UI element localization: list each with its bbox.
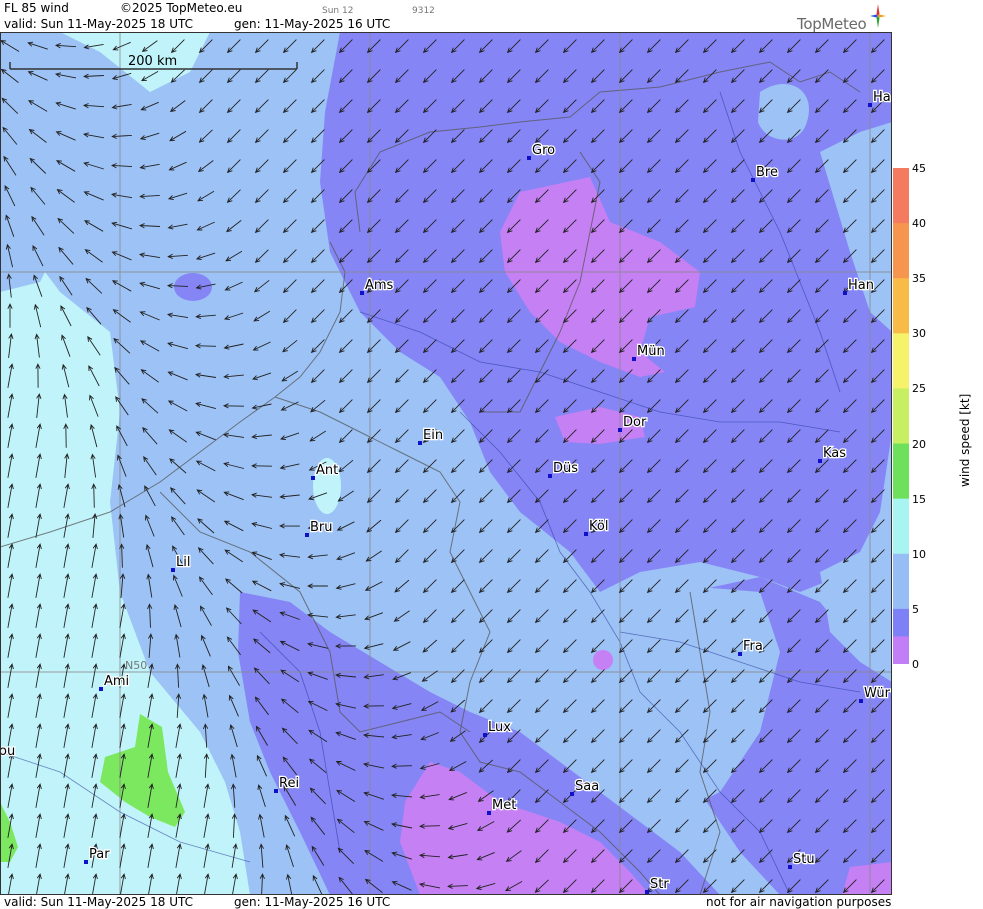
city-marker [418,441,422,445]
colorbar-tick-label: 15 [912,492,926,506]
city-marker [843,291,847,295]
city-marker [645,890,649,894]
city-label: Stu [793,852,815,867]
colorbar-band [893,498,909,555]
city-marker [584,532,588,536]
run-number: 9312 [412,6,435,16]
colorbar-tick-label: 35 [912,272,926,286]
wind-map: N50 200 km Gro Bre Ha Ams Han Mün Dor Ein Kas Ant… [0,32,892,895]
city-label: Fra [743,639,763,654]
city-marker [618,428,622,432]
colorbar-title: wind speed [kt] [958,393,972,487]
city-label: Lil [176,555,190,570]
city-label: Str [650,877,669,892]
city-label: Düs [553,461,578,476]
colorbar-band [893,388,909,445]
footer-valid-time: valid: Sun 11-May-2025 18 UTC [4,895,193,909]
city-label: Lux [488,720,511,735]
run-code: Sun 12 [322,6,354,16]
city-label: Ant [316,463,338,478]
colorbar-tick-label: 5 [912,602,919,616]
city-label: Gro [532,143,555,158]
colorbar-band [893,333,909,389]
city-label: Bre [756,165,778,180]
city-marker [171,568,175,572]
colorbar-tick-label: 20 [912,437,926,451]
city-marker [818,459,822,463]
city-label: Ha [873,90,891,105]
scale-bar-label: 200 km [128,54,177,69]
colorbar-tick-label: 40 [912,217,926,231]
city-marker [751,178,755,182]
colorbar-band [893,168,909,224]
region-blue-purple-blob [174,273,212,301]
disclaimer: not for air navigation purposes [706,895,892,909]
city-marker [738,652,742,656]
city-marker [305,533,309,537]
city-marker [548,474,552,478]
city-label: Par [89,847,110,862]
footer-generated-time: gen: 11-May-2025 16 UTC [234,895,391,909]
latitude-label: N50 [125,659,147,672]
city-marker [868,103,872,107]
city-marker [99,687,103,691]
generated-time: gen: 11-May-2025 16 UTC [234,17,391,31]
product-title: FL 85 wind [4,1,69,15]
city-marker [527,156,531,160]
city-marker [788,865,792,869]
city-label: Köl [589,519,608,534]
colorbar [893,168,909,664]
city-marker [84,860,88,864]
colorbar-band [893,443,909,500]
city-marker [274,789,278,793]
region-violet-small [593,650,613,670]
city-label: Kas [823,446,846,461]
city-label: Dor [623,415,647,430]
colorbar-band [893,223,909,279]
valid-time: valid: Sun 11-May-2025 18 UTC [4,17,193,31]
city-marker [859,699,863,703]
city-marker [360,291,364,295]
colorbar-band [893,636,909,664]
city-label: Ein [423,428,443,443]
city-label: Wür [864,686,891,701]
city-label: Mün [637,344,665,359]
city-label: Met [492,798,516,813]
colorbar-band [893,278,909,334]
topmeteo-logo: TopMeteo [797,3,889,33]
city-label: ou [0,744,15,759]
colorbar-band [893,553,909,610]
city-label: Ami [104,674,129,689]
city-marker [311,476,315,480]
colorbar-tick-label: 25 [912,382,926,396]
city-label: Rei [279,776,299,791]
colorbar-tick-label: 30 [912,327,926,341]
city-label: Ams [365,278,394,293]
copyright: ©2025 TopMeteo.eu [120,1,243,15]
colorbar-tick-label: 45 [912,162,926,175]
city-marker [632,357,636,361]
city-marker [483,733,487,737]
city-marker [487,811,491,815]
city-label: Saa [575,779,599,794]
colorbar-tick-label: 10 [912,547,926,561]
city-label: Bru [310,520,333,535]
logo-text: TopMeteo [797,15,867,33]
colorbar-tick-label: 0 [912,658,919,671]
city-label: Han [848,278,874,293]
region-light-blue-pocket [758,84,809,140]
compass-star-icon [870,4,886,28]
city-marker [570,792,574,796]
